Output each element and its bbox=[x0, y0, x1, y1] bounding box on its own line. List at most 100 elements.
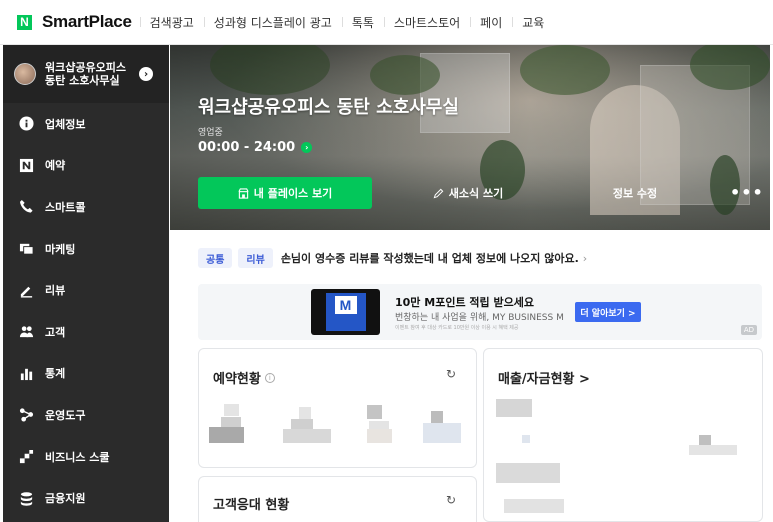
edit-info-button[interactable]: 정보 수정 bbox=[590, 177, 680, 209]
sidebar-item-statistics[interactable]: 통계 bbox=[3, 353, 169, 395]
ad-banner[interactable]: M 10만 M포인트 적립 받으세요 번창하는 내 사업을 위해, MY BUS… bbox=[198, 284, 762, 340]
business-switcher[interactable]: 워크샵공유오피스 동탄 소호사무실 › bbox=[3, 45, 169, 103]
sidebar-item-label: 업체정보 bbox=[45, 117, 86, 131]
sales-funds-title[interactable]: 매출/자금현황 > bbox=[498, 368, 590, 387]
smartplace-logo[interactable]: N SmartPlace bbox=[17, 12, 132, 32]
blurred-content bbox=[291, 419, 313, 429]
blurred-content bbox=[431, 411, 443, 423]
pencil-icon bbox=[433, 188, 444, 198]
sidebar-item-marketing[interactable]: 마케팅 bbox=[3, 228, 169, 270]
write-news-label: 새소식 쓰기 bbox=[448, 187, 504, 200]
chevron-right-icon: › bbox=[582, 251, 588, 265]
nav-display-ads[interactable]: 성과형 디스플레이 광고 bbox=[203, 14, 342, 31]
refresh-icon[interactable]: ↻ bbox=[444, 367, 458, 381]
bar-chart-icon bbox=[18, 365, 34, 381]
m-card-letter: M bbox=[334, 296, 357, 314]
sales-funds-status-card: 매출/자금현황 > bbox=[483, 348, 763, 522]
blurred-content bbox=[369, 421, 389, 429]
m-card-graphic: M bbox=[325, 293, 366, 331]
business-hours-text: 00:00 - 24:00 bbox=[198, 140, 296, 155]
reservation-status-card: 예약현황 i ↻ bbox=[198, 348, 477, 468]
sidebar-item-label: 마케팅 bbox=[45, 242, 76, 256]
notice-text: 손님이 영수증 리뷰를 작성했는데 내 업체 정보에 나오지 않아요. bbox=[280, 252, 579, 265]
edit-info-label: 정보 수정 bbox=[612, 187, 658, 200]
chevron-right-icon: › bbox=[301, 142, 313, 153]
top-navigation-bar: N SmartPlace 검색광고 성과형 디스플레이 광고 톡톡 스마트스토어… bbox=[0, 0, 773, 45]
blurred-content bbox=[283, 429, 331, 443]
sidebar-item-label: 고객 bbox=[45, 325, 66, 339]
nav-talktalk[interactable]: 톡톡 bbox=[341, 14, 384, 31]
info-icon bbox=[18, 116, 34, 132]
ad-subtitle: 번창하는 내 사업을 위해, MY BUSINESS M bbox=[395, 313, 564, 323]
nav-education[interactable]: 교육 bbox=[512, 14, 554, 31]
view-my-place-button[interactable]: 내 플레이스 보기 bbox=[198, 177, 372, 209]
ad-fine-print: 이벤트 참여 후 대상 카드로 10만원 이상 이용 시 혜택 제공 bbox=[395, 325, 519, 331]
blurred-content bbox=[496, 399, 532, 417]
sidebar-item-label: 스마트콜 bbox=[45, 200, 86, 214]
write-news-button[interactable]: 새소식 쓰기 bbox=[418, 177, 518, 209]
business-name: 워크샵공유오피스 동탄 소호사무실 bbox=[45, 61, 126, 87]
customer-service-card: 고객응대 현황 ↻ bbox=[198, 476, 477, 522]
coins-icon bbox=[18, 490, 34, 506]
naver-n-icon: N bbox=[17, 14, 32, 30]
blurred-content bbox=[423, 423, 461, 443]
sidebar-item-label: 운영도구 bbox=[45, 408, 86, 422]
blurred-content bbox=[522, 435, 530, 443]
cards-icon bbox=[18, 241, 34, 257]
tag-review: 리뷰 bbox=[238, 248, 273, 268]
pencil-icon bbox=[18, 282, 34, 298]
sidebar-item-business-school[interactable]: 비즈니스 스쿨 bbox=[3, 436, 169, 478]
chevron-right-icon: › bbox=[139, 67, 153, 81]
ad-card-image: M bbox=[311, 289, 380, 335]
sidebar-item-label: 통계 bbox=[45, 367, 66, 381]
nav-search-ads[interactable]: 검색광고 bbox=[139, 14, 204, 31]
share-nodes-icon bbox=[18, 407, 34, 423]
faq-notice[interactable]: 공통 리뷰 손님이 영수증 리뷰를 작성했는데 내 업체 정보에 나오지 않아요… bbox=[198, 248, 587, 268]
blurred-content bbox=[209, 427, 244, 443]
brand-name: SmartPlace bbox=[42, 12, 132, 31]
reservation-status-title[interactable]: 예약현황 i bbox=[213, 368, 275, 387]
business-title: 워크샵공유오피스 동탄 소호사무실 bbox=[198, 97, 459, 118]
nav-pay[interactable]: 페이 bbox=[470, 14, 512, 31]
blurred-content bbox=[504, 499, 564, 513]
people-icon bbox=[18, 324, 34, 340]
n-booking-icon bbox=[18, 157, 34, 173]
business-hero-banner: 워크샵공유오피스 동탄 소호사무실 영업중 00:00 - 24:00 › 내 … bbox=[170, 45, 770, 230]
card-title-text: 예약현황 bbox=[213, 372, 261, 387]
blurred-content bbox=[496, 463, 560, 483]
sidebar-item-label: 금융지원 bbox=[45, 492, 86, 506]
sidebar-item-financial-support[interactable]: 금융지원 bbox=[3, 477, 169, 519]
blurred-content bbox=[699, 435, 711, 445]
business-avatar bbox=[14, 63, 36, 85]
ad-title: 10만 M포인트 적립 받으세요 bbox=[395, 296, 534, 309]
sidebar-item-review[interactable]: 리뷰 bbox=[3, 269, 169, 311]
business-status: 영업중 bbox=[198, 128, 223, 138]
info-icon[interactable]: i bbox=[264, 372, 275, 383]
store-icon bbox=[238, 187, 249, 199]
phone-icon bbox=[18, 199, 34, 215]
blurred-content bbox=[224, 404, 239, 416]
sidebar-item-operation-tools[interactable]: 운영도구 bbox=[3, 394, 169, 436]
sidebar-item-label: 리뷰 bbox=[45, 284, 66, 298]
learn-more-button[interactable]: 더 알아보기 > bbox=[575, 302, 641, 322]
ad-badge: AD bbox=[740, 325, 757, 335]
refresh-icon[interactable]: ↻ bbox=[444, 493, 458, 507]
more-options-icon[interactable]: ••• bbox=[730, 183, 764, 202]
view-my-place-label: 내 플레이스 보기 bbox=[253, 187, 333, 200]
top-nav-menu: 검색광고 성과형 디스플레이 광고 톡톡 스마트스토어 페이 교육 bbox=[139, 14, 555, 31]
sidebar-item-business-info[interactable]: 업체정보 bbox=[3, 103, 169, 145]
sidebar-item-smartcall[interactable]: 스마트콜 bbox=[3, 186, 169, 228]
sidebar-item-label: 예약 bbox=[45, 159, 66, 173]
business-hours[interactable]: 00:00 - 24:00 › bbox=[198, 140, 313, 155]
blurred-content bbox=[299, 407, 311, 419]
steps-icon bbox=[18, 449, 34, 465]
sidebar-item-label: 비즈니스 스쿨 bbox=[45, 450, 110, 464]
sidebar-item-reservation[interactable]: 예약 bbox=[3, 145, 169, 187]
tag-common: 공통 bbox=[198, 248, 233, 268]
nav-smartstore[interactable]: 스마트스토어 bbox=[383, 14, 470, 31]
blurred-content bbox=[689, 445, 737, 455]
blurred-content bbox=[221, 417, 241, 427]
customer-service-title: 고객응대 현황 bbox=[213, 498, 290, 513]
sidebar: 워크샵공유오피스 동탄 소호사무실 › 업체정보 예약 스마트콜 마케팅 리뷰 bbox=[3, 45, 169, 522]
sidebar-item-customer[interactable]: 고객 bbox=[3, 311, 169, 353]
